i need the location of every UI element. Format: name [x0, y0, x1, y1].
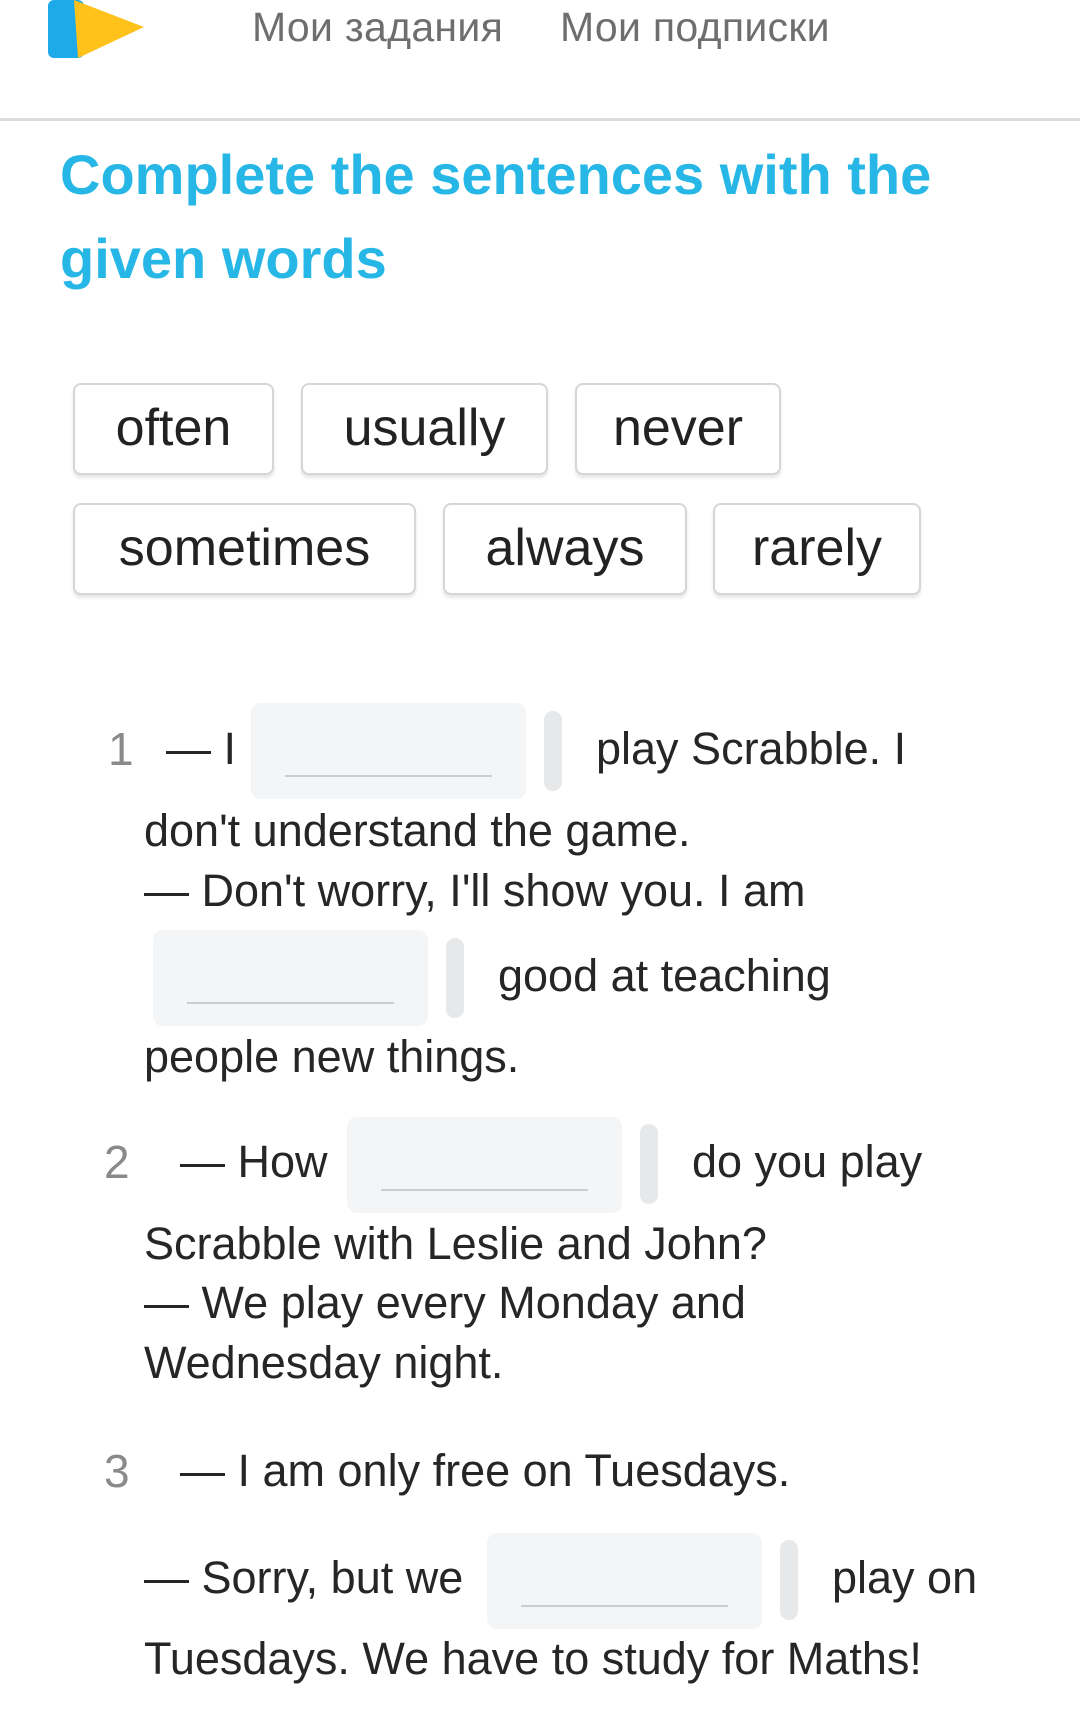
word-chip-never[interactable]: never: [575, 383, 781, 475]
item-text: good at teaching: [498, 950, 831, 1001]
word-chip-always[interactable]: always: [443, 503, 687, 595]
item-text: Wednesday night.: [144, 1337, 504, 1388]
answer-drop-slot[interactable]: [487, 1533, 762, 1629]
answer-drop-slot[interactable]: [347, 1117, 622, 1213]
exercise-title: Complete the sentences with the given wo…: [60, 143, 932, 290]
app-logo-icon[interactable]: [48, 0, 144, 62]
nav-my-subscriptions[interactable]: Мои подписки: [560, 4, 830, 51]
item-number: 3: [104, 1445, 130, 1497]
item-text: — I am only free on Tuesdays.: [180, 1445, 791, 1496]
item-number: 1: [108, 723, 134, 775]
slot-drag-handle[interactable]: [446, 938, 464, 1018]
word-chip-usually[interactable]: usually: [301, 383, 548, 475]
word-chip-sometimes[interactable]: sometimes: [73, 503, 416, 595]
item-text: — I: [166, 723, 237, 774]
item-text: — Sorry, but we: [144, 1552, 464, 1603]
top-nav-bar: Мои задания Мои подписки: [0, 0, 1080, 121]
item-text: — We play every Monday and: [144, 1277, 746, 1328]
slot-underline: [285, 775, 492, 777]
item-text: play on: [832, 1552, 978, 1603]
slot-drag-handle[interactable]: [640, 1124, 658, 1204]
nav-my-tasks[interactable]: Мои задания: [252, 4, 503, 51]
item-text: people new things.: [144, 1031, 520, 1082]
item-text: — How: [180, 1136, 328, 1187]
word-chip-often[interactable]: often: [73, 383, 274, 475]
slot-underline: [521, 1605, 728, 1607]
slot-underline: [187, 1002, 394, 1004]
item-number: 2: [104, 1136, 130, 1188]
item-text: play Scrabble. I: [596, 723, 907, 774]
exercise-page: Мои задания Мои подписки Complete the se…: [0, 0, 1080, 1721]
slot-drag-handle[interactable]: [544, 711, 562, 791]
item-text: Scrabble with Leslie and John?: [144, 1218, 767, 1269]
item-text: do you play: [692, 1136, 923, 1187]
slot-underline: [381, 1189, 588, 1191]
answer-drop-slot[interactable]: [251, 703, 526, 799]
item-text: don't understand the game.: [144, 805, 691, 856]
slot-drag-handle[interactable]: [780, 1540, 798, 1620]
answer-drop-slot[interactable]: [153, 930, 428, 1026]
word-chip-rarely[interactable]: rarely: [713, 503, 921, 595]
item-text: — Don't worry, I'll show you. I am: [144, 865, 806, 916]
item-text: Tuesdays. We have to study for Maths!: [144, 1633, 922, 1684]
